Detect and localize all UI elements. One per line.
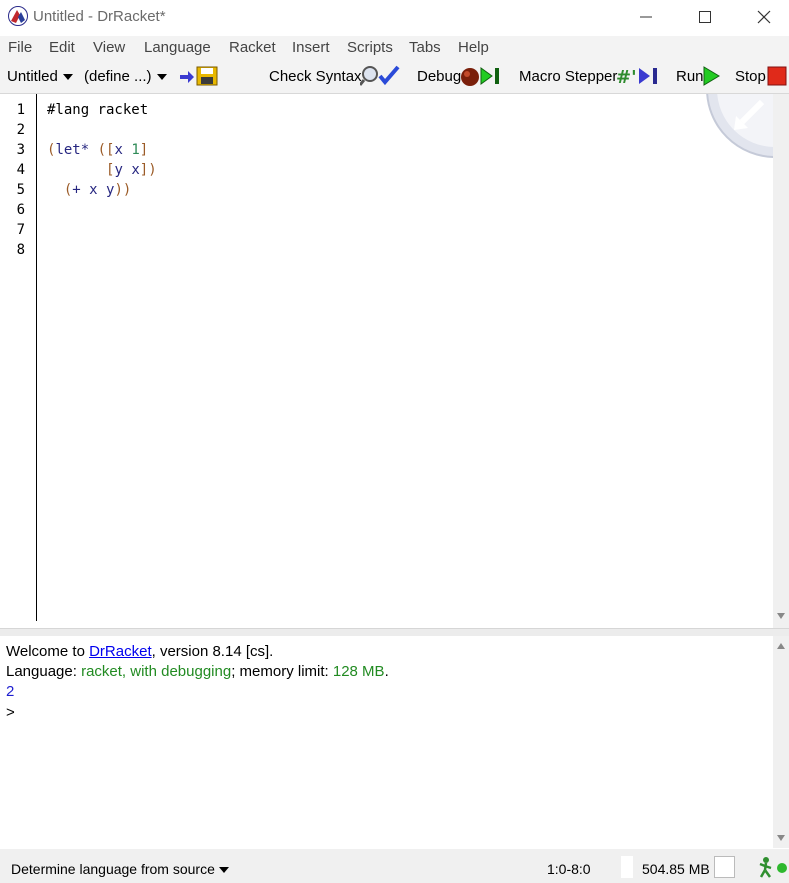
run-label: Run — [676, 68, 704, 85]
gutter-divider — [36, 94, 37, 621]
toolbar: Untitled (define ...) Check Syntax Debug — [0, 60, 789, 94]
menu-edit[interactable]: Edit — [49, 39, 75, 56]
status-light-icon — [777, 863, 787, 873]
keyword-token: let* — [55, 142, 90, 158]
status-indicator-box — [621, 856, 633, 878]
close-button[interactable] — [741, 4, 787, 30]
language-label: Language: — [6, 663, 82, 680]
memory-limit-value: 128 MB — [332, 663, 385, 680]
language-value: racket, with debugging — [81, 663, 232, 680]
scroll-up-icon — [777, 643, 785, 649]
symbol-token: x — [89, 182, 98, 198]
interactions-pane[interactable]: Welcome to DrRacket, version 8.14 [cs]. … — [0, 636, 773, 848]
run-icon — [703, 65, 721, 92]
svg-text:#': #' — [616, 67, 637, 87]
running-man-icon — [757, 856, 775, 883]
chevron-down-icon — [63, 74, 74, 80]
repl-prompt: > — [6, 704, 15, 721]
line-number: 2 — [16, 122, 25, 138]
paren-token: ([ — [89, 142, 115, 158]
stop-icon — [767, 65, 787, 92]
maximize-icon — [699, 11, 711, 23]
line-number: 1 — [16, 102, 25, 118]
line-number: 8 — [16, 242, 25, 258]
line-number: 6 — [16, 202, 25, 218]
close-icon — [757, 10, 771, 24]
code-line-4: [y x]) — [47, 162, 157, 178]
memory-usage[interactable]: 504.85 MB — [642, 861, 710, 877]
repl-scrollbar[interactable] — [773, 636, 789, 848]
welcome-text: Welcome to — [6, 643, 90, 660]
repl-result: 2 — [6, 683, 15, 700]
menu-view[interactable]: View — [93, 39, 125, 56]
macro-stepper-button[interactable]: Macro Stepper — [519, 68, 617, 85]
stop-label: Stop — [735, 68, 766, 85]
definitions-editor[interactable]: 1 2 3 4 5 6 7 8 #lang racket (let* ([x 1… — [0, 20, 789, 628]
memory-end: . — [384, 663, 389, 680]
menu-tabs[interactable]: Tabs — [409, 39, 441, 56]
save-icon — [180, 66, 218, 86]
line-number: 3 — [16, 142, 25, 158]
scroll-down-icon — [777, 613, 785, 619]
dock-corner-icon — [700, 20, 789, 169]
check-syntax-icon — [358, 65, 402, 92]
code-line-5: (+ x y)) — [47, 182, 131, 198]
minimize-icon — [640, 16, 652, 18]
scroll-down-icon — [777, 835, 785, 841]
repl-language-line: Language: racket, with debugging; memory… — [6, 663, 389, 680]
chevron-down-icon — [218, 867, 229, 873]
paren-token: ] — [139, 142, 149, 158]
line-number-gutter: 1 2 3 4 5 6 7 8 — [0, 94, 36, 262]
drracket-logo-icon — [8, 6, 28, 26]
memory-label: ; memory limit: — [231, 663, 333, 680]
debug-label: Debug — [417, 68, 462, 85]
window-title: Untitled - DrRacket* — [33, 8, 166, 25]
language-selector-label: Determine language from source — [11, 861, 215, 877]
save-button[interactable] — [179, 65, 219, 92]
language-selector[interactable]: Determine language from source — [11, 861, 229, 877]
gc-indicator — [714, 856, 735, 878]
code-line-3: (let* ([x 1] — [47, 142, 148, 158]
paren-token: ]) — [139, 162, 157, 178]
paren-token: )) — [114, 182, 132, 198]
macro-stepper-icon: #' — [615, 65, 663, 92]
debug-icon — [460, 65, 506, 92]
symbol-token: x — [131, 162, 140, 178]
symbol-token: y — [114, 162, 123, 178]
define-dropdown[interactable]: (define ...) — [84, 68, 167, 85]
editor-scrollbar[interactable] — [773, 94, 789, 628]
define-dropdown-label: (define ...) — [84, 68, 152, 85]
line-number: 5 — [16, 182, 25, 198]
menu-language[interactable]: Language — [144, 39, 211, 56]
menu-help[interactable]: Help — [458, 39, 489, 56]
menu-insert[interactable]: Insert — [292, 39, 330, 56]
stop-button[interactable]: Stop — [735, 68, 766, 85]
check-syntax-label: Check Syntax — [269, 68, 362, 85]
menu-file[interactable]: File — [8, 39, 32, 56]
file-dropdown-label: Untitled — [7, 68, 58, 85]
chevron-down-icon — [156, 74, 167, 80]
cursor-position: 1:0-8:0 — [547, 861, 591, 877]
menu-bar: File Edit View Language Racket Insert Sc… — [0, 36, 789, 60]
minimize-button[interactable] — [623, 4, 669, 30]
line-number: 7 — [16, 222, 25, 238]
status-bar: Determine language from source 1:0-8:0 5… — [0, 849, 789, 883]
maximize-button[interactable] — [682, 4, 728, 30]
menu-scripts[interactable]: Scripts — [347, 39, 393, 56]
constant-token: 1 — [131, 142, 140, 158]
check-syntax-button[interactable]: Check Syntax — [269, 68, 362, 85]
line-number: 4 — [16, 162, 25, 178]
title-bar: Untitled - DrRacket* — [0, 0, 789, 34]
macro-stepper-label: Macro Stepper — [519, 68, 618, 85]
menu-racket[interactable]: Racket — [229, 39, 276, 56]
code-line-1: #lang racket — [47, 102, 149, 118]
debug-button[interactable]: Debug — [417, 68, 461, 85]
drracket-link[interactable]: DrRacket — [89, 643, 152, 660]
file-dropdown[interactable]: Untitled — [7, 68, 74, 85]
symbol-token: + — [72, 182, 81, 198]
symbol-token: x — [114, 142, 123, 158]
repl-welcome-line: Welcome to DrRacket, version 8.14 [cs]. — [6, 643, 273, 660]
version-text: , version 8.14 [cs]. — [151, 643, 274, 660]
run-button[interactable]: Run — [676, 68, 704, 85]
